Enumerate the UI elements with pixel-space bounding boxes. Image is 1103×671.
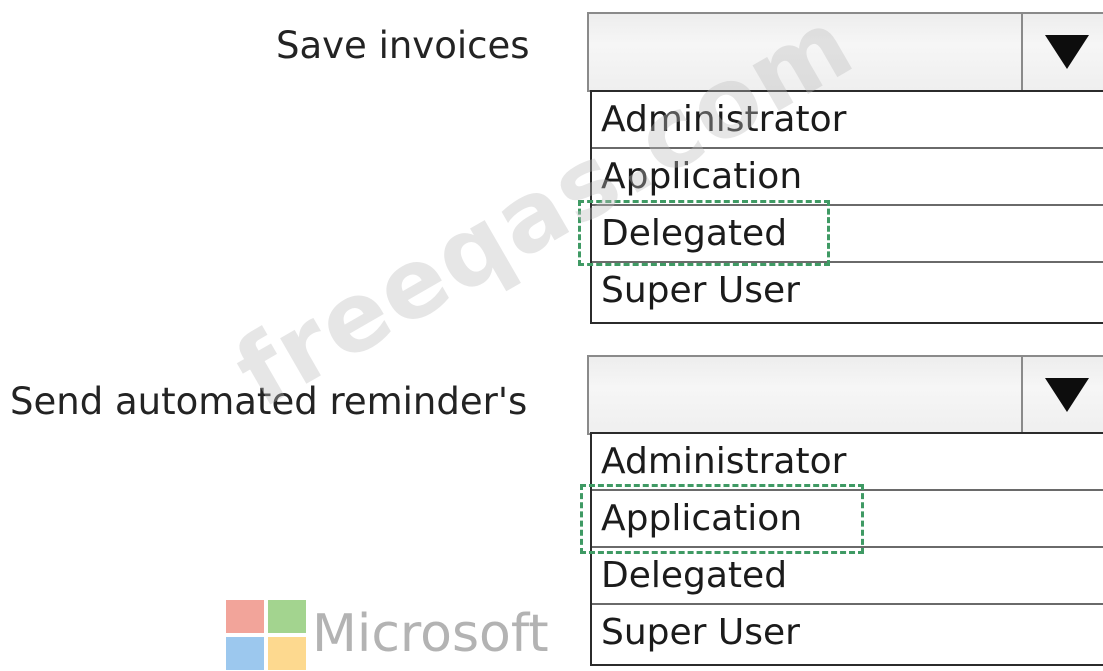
dropdown-send-automated-reminders[interactable]: [587, 355, 1103, 435]
option-administrator[interactable]: Administrator: [592, 434, 1103, 491]
options-list-send-automated-reminders: Administrator Application Delegated Supe…: [590, 432, 1103, 666]
question-label-send-automated-reminders: Send automated reminder's: [10, 380, 528, 423]
option-delegated[interactable]: Delegated: [592, 548, 1103, 605]
microsoft-logo-icon: [226, 600, 308, 671]
option-delegated[interactable]: Delegated: [592, 206, 1103, 263]
options-list-save-invoices: Administrator Application Delegated Supe…: [590, 90, 1103, 324]
chevron-down-icon: [1045, 378, 1089, 412]
dropdown-arrow-button[interactable]: [1021, 355, 1103, 435]
chevron-down-icon: [1045, 35, 1089, 69]
option-super-user[interactable]: Super User: [592, 263, 1103, 322]
question-label-save-invoices: Save invoices: [276, 24, 530, 67]
option-super-user[interactable]: Super User: [592, 605, 1103, 664]
dropdown-arrow-button[interactable]: [1021, 12, 1103, 92]
option-administrator[interactable]: Administrator: [592, 92, 1103, 149]
dropdown-save-invoices[interactable]: [587, 12, 1103, 92]
microsoft-brand-text: Microsoft: [312, 604, 549, 664]
option-application[interactable]: Application: [592, 491, 1103, 548]
option-application[interactable]: Application: [592, 149, 1103, 206]
